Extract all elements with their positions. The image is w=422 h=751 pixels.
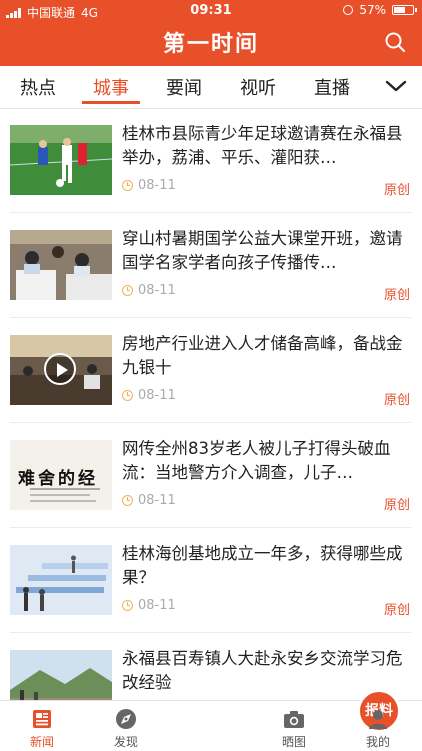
original-badge: 原创 [383,393,410,408]
article-date: 08-11 [138,598,176,613]
active-tab-indicator [82,101,140,104]
article-title: 网传全州83岁老人被儿子打得头破血流：当地警方介入调查，儿子… [122,439,391,482]
clock-icon [122,495,133,506]
camera-icon [284,711,304,728]
article-thumbnail [10,335,112,405]
list-item[interactable]: 穿山村暑期国学公益大课堂开班，邀请国学名家学者向孩子传播传… 08-11 原创 [0,213,422,317]
article-thumbnail [10,230,112,300]
bottom-nav: 新闻 发现 报料 晒图 我的 [0,689,422,751]
person-icon [369,710,387,729]
tab-city[interactable]: 城事 [93,74,129,100]
list-item[interactable]: 桂林海创基地成立一年多，获得哪些成果？ 08-11 原创 [0,528,422,632]
app-title: 第一时间 [162,32,259,57]
clock-icon [122,390,133,401]
article-date: 08-11 [138,283,176,298]
article-title: 房地产行业进入人才储备高峰，备战金九银十 [122,334,403,377]
list-item[interactable]: 房地产行业进入人才储备高峰，备战金九银十 08-11 原创 [0,318,422,422]
nav-profile[interactable]: 我的 [336,701,420,751]
original-badge: 原创 [383,183,410,198]
article-date: 08-11 [138,388,176,403]
original-badge: 原创 [383,288,410,303]
tab-news[interactable]: 要闻 [166,74,202,100]
search-icon[interactable] [384,31,406,53]
nav-news[interactable]: 新闻 [0,701,84,751]
article-thumbnail: 难舍的经 [10,440,112,510]
article-thumbnail [10,545,112,615]
top-bar: 中国联通 4G 09:31 57% 第一时间 [0,0,422,66]
news-icon [33,710,51,728]
article-title: 穿山村暑期国学公益大课堂开班，邀请国学名家学者向孩子传播传… [122,229,403,272]
compass-icon [116,709,136,729]
article-title: 永福县百寿镇人大赴永安乡交流学习危改经验 [122,649,403,692]
nav-report[interactable]: 报料 [168,689,401,751]
original-badge: 原创 [383,498,410,513]
tab-live[interactable]: 直播 [314,74,350,100]
nav-photos-label: 晒图 [281,735,306,749]
status-bar: 中国联通 4G 09:31 57% [0,0,422,22]
clock-icon [122,180,133,191]
nav-discover[interactable]: 发现 [84,701,168,751]
tab-video[interactable]: 视听 [240,74,276,100]
orientation-lock-icon [343,5,354,15]
tab-hot[interactable]: 热点 [20,74,56,100]
battery-icon [392,5,417,15]
original-badge: 原创 [383,603,410,618]
list-item[interactable]: 难舍的经 网传全州83岁老人被儿子打得头破血流：当地警方介入调查，儿子… 08-… [0,423,422,527]
category-tabs: 热点 城事 要闻 视听 直播 [0,66,422,109]
nav-discover-label: 发现 [113,735,138,749]
article-title: 桂林海创基地成立一年多，获得哪些成果？ [122,544,403,587]
nav-photos[interactable]: 晒图 [252,701,336,751]
chevron-down-icon[interactable] [384,76,408,96]
article-date: 08-11 [138,493,176,508]
battery-percent: 57% [359,3,386,17]
list-item[interactable]: 桂林市县际青少年足球邀请赛在永福县举办，荔浦、平乐、灌阳获… 08-11 原创 [0,108,422,212]
clock-icon [122,600,133,611]
nav-news-label: 新闻 [29,735,54,749]
article-title: 桂林市县际青少年足球邀请赛在永福县举办，荔浦、平乐、灌阳获… [122,124,403,167]
clock-icon [122,285,133,296]
play-icon[interactable] [44,353,76,385]
article-thumbnail [10,125,112,195]
thumbnail-calligraphy: 难舍的经 [18,469,98,489]
nav-profile-label: 我的 [365,735,390,749]
article-date: 08-11 [138,178,176,193]
